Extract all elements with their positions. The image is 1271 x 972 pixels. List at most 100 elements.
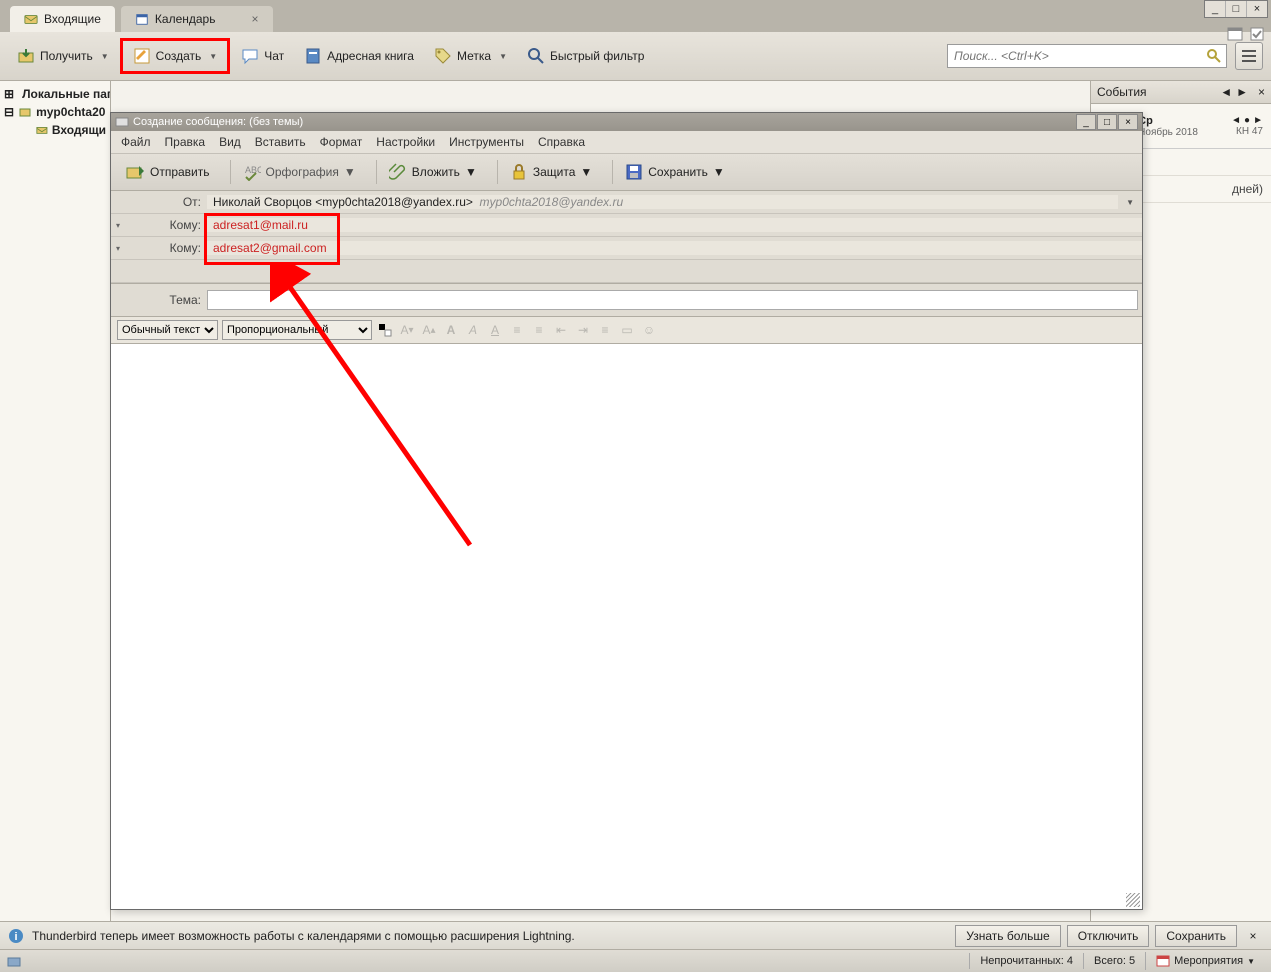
to-field-2[interactable]: adresat2@gmail.com: [207, 241, 1142, 255]
from-dropdown-icon[interactable]: ▼: [1118, 198, 1142, 207]
menu-insert[interactable]: Вставить: [255, 135, 306, 149]
save-button[interactable]: Сохранить▼: [617, 159, 733, 185]
next-day-icon[interactable]: ►: [1253, 115, 1263, 126]
tree-account[interactable]: ⊟ myp0chta20: [0, 103, 110, 121]
menu-view[interactable]: Вид: [219, 135, 241, 149]
tree-local-folders[interactable]: ⊞ Локальные папки: [0, 85, 110, 103]
learn-more-button[interactable]: Узнать больше: [955, 925, 1060, 947]
dropdown-caret-icon: ▼: [209, 52, 217, 61]
spell-icon: ABC: [243, 163, 261, 181]
message-body[interactable]: [111, 344, 1142, 909]
expand-icon[interactable]: ⊞: [4, 87, 14, 101]
tag-icon: [434, 47, 452, 65]
menu-tools[interactable]: Инструменты: [449, 135, 524, 149]
disable-button[interactable]: Отключить: [1067, 925, 1150, 947]
tab-close-icon[interactable]: ×: [251, 12, 258, 26]
italic-icon[interactable]: A: [464, 321, 482, 339]
prev-arrow-icon[interactable]: ◄: [1220, 85, 1232, 99]
compose-menubar: Файл Правка Вид Вставить Формат Настройк…: [111, 131, 1142, 154]
from-hint: myp0chta2018@yandex.ru: [480, 195, 624, 209]
next-arrow-icon[interactable]: ►: [1236, 85, 1248, 99]
create-button[interactable]: Создать▼: [120, 38, 231, 74]
chat-icon: [241, 47, 259, 65]
compose-maximize-button[interactable]: □: [1097, 114, 1117, 130]
floppy-icon: [625, 163, 643, 181]
resize-grip-icon[interactable]: [1126, 893, 1140, 907]
send-button[interactable]: Отправить: [117, 158, 218, 186]
today-icon[interactable]: ●: [1244, 115, 1250, 126]
close-button[interactable]: ×: [1246, 1, 1267, 17]
svg-text:ABC: ABC: [245, 165, 261, 175]
menu-format[interactable]: Формат: [320, 135, 363, 149]
font-size-down-icon[interactable]: A▾: [398, 321, 416, 339]
font-size-up-icon[interactable]: A▴: [420, 321, 438, 339]
compose-titlebar[interactable]: Создание сообщения: (без темы) _ □ ×: [111, 113, 1142, 131]
outdent-icon[interactable]: ⇤: [552, 321, 570, 339]
minimize-button[interactable]: _: [1205, 1, 1225, 17]
prev-day-icon[interactable]: ◄: [1231, 115, 1241, 126]
button-label: Защита: [533, 165, 576, 179]
compose-close-button[interactable]: ×: [1118, 114, 1138, 130]
row-handle-icon[interactable]: ▾: [111, 244, 125, 253]
menu-options[interactable]: Настройки: [376, 135, 435, 149]
subject-input[interactable]: [207, 290, 1138, 310]
close-panel-icon[interactable]: ×: [1258, 85, 1265, 99]
recipient-value: adresat1@mail.ru: [213, 218, 308, 232]
app-menu-button[interactable]: [1235, 42, 1263, 70]
quick-filter-button[interactable]: Быстрый фильтр: [518, 42, 653, 70]
row-label: дней): [1232, 182, 1263, 196]
tree-inbox[interactable]: Входящи: [0, 121, 110, 139]
menu-help[interactable]: Справка: [538, 135, 585, 149]
color-picker-icon[interactable]: [376, 321, 394, 339]
paragraph-style-select[interactable]: Обычный текст: [117, 320, 218, 340]
keep-button[interactable]: Сохранить: [1155, 925, 1237, 947]
tag-button[interactable]: Метка▼: [425, 42, 516, 70]
tree-label: Входящи: [52, 123, 106, 137]
info-icon: i: [8, 928, 24, 944]
compose-title-text: Создание сообщения: (без темы): [133, 116, 303, 128]
subject-row: Тема:: [111, 284, 1142, 317]
tab-inbox[interactable]: Входящие: [10, 6, 115, 32]
menu-file[interactable]: Файл: [121, 135, 151, 149]
search-icon: [1206, 48, 1222, 64]
attach-button[interactable]: Вложить▼: [381, 159, 485, 185]
paperclip-icon: [389, 163, 407, 181]
lock-icon: [510, 163, 528, 181]
tab-calendar[interactable]: Календарь ×: [121, 6, 273, 32]
compose-window: Создание сообщения: (без темы) _ □ × Фай…: [110, 112, 1143, 910]
tasks-shortcut-icon[interactable]: [1249, 26, 1265, 42]
collapse-icon[interactable]: ⊟: [4, 105, 14, 119]
compose-minimize-button[interactable]: _: [1076, 114, 1096, 130]
agenda-toggle[interactable]: Мероприятия ▼: [1145, 952, 1265, 970]
row-handle-icon[interactable]: ▾: [111, 221, 125, 230]
compose-window-icon: [115, 115, 129, 129]
bold-icon[interactable]: A: [442, 321, 460, 339]
search-input[interactable]: [952, 48, 1206, 64]
to-label[interactable]: Кому:: [125, 218, 207, 232]
security-button[interactable]: Защита▼: [502, 159, 600, 185]
bullet-list-icon[interactable]: ≡: [508, 321, 526, 339]
recipient-value: adresat2@gmail.com: [213, 241, 327, 255]
close-notification-icon[interactable]: ×: [1243, 926, 1263, 946]
calendar-small-icon: [1156, 954, 1170, 968]
to-label[interactable]: Кому:: [125, 241, 207, 255]
calendar-shortcut-icon[interactable]: [1227, 26, 1243, 42]
agenda-label: Мероприятия: [1174, 955, 1243, 967]
insert-image-icon[interactable]: ▭: [618, 321, 636, 339]
spell-button[interactable]: ABC Орфография▼: [235, 159, 364, 185]
search-icon: [527, 47, 545, 65]
underline-icon[interactable]: A: [486, 321, 504, 339]
search-box[interactable]: [947, 44, 1227, 68]
align-icon[interactable]: ≡: [596, 321, 614, 339]
font-select[interactable]: Пропорциональный: [222, 320, 372, 340]
address-book-button[interactable]: Адресная книга: [295, 42, 423, 70]
maximize-button[interactable]: □: [1225, 1, 1246, 17]
number-list-icon[interactable]: ≡: [530, 321, 548, 339]
from-field[interactable]: Николай Сворцов <myp0chta2018@yandex.ru>…: [207, 195, 1118, 209]
to-field-1[interactable]: adresat1@mail.ru: [207, 218, 1142, 232]
indent-icon[interactable]: ⇥: [574, 321, 592, 339]
get-mail-button[interactable]: Получить▼: [8, 42, 118, 70]
menu-edit[interactable]: Правка: [165, 135, 206, 149]
chat-button[interactable]: Чат: [232, 42, 293, 70]
insert-emoji-icon[interactable]: ☺: [640, 321, 658, 339]
